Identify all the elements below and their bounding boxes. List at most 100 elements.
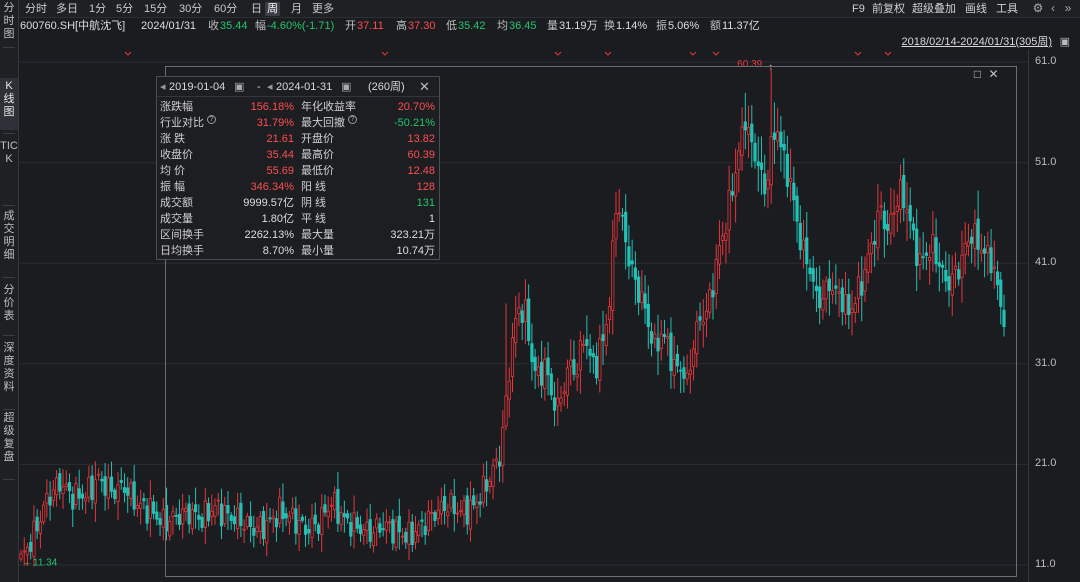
period-tab-7[interactable]: 日 [249, 2, 264, 16]
candle-body [814, 285, 819, 292]
stat-label: 收盘价 [160, 149, 193, 161]
candle-body [507, 380, 511, 400]
period-tab-3[interactable]: 5分 [114, 2, 135, 16]
candle-body [598, 338, 602, 381]
period-tab-6[interactable]: 60分 [212, 2, 239, 16]
candle-body [831, 290, 835, 295]
stat-label: 最大量 [301, 229, 334, 241]
candle-body [187, 503, 191, 525]
close-icon[interactable]: ✕ [987, 68, 1000, 80]
view-tab-4[interactable]: 分价表 [0, 282, 18, 336]
candle-body [64, 483, 68, 487]
view-tab-5[interactable]: 深度资料 [0, 340, 18, 410]
candle-body [627, 246, 631, 267]
candle-body [594, 356, 599, 379]
stat-row: 涨跌幅 156.18% 年化收益率 20.70% [157, 99, 439, 115]
view-tab-6[interactable]: 超级复盘 [0, 410, 18, 480]
candle-body [307, 528, 311, 534]
high-label: 高 [396, 20, 407, 32]
start-date[interactable]: 2019-01-04 [169, 77, 225, 97]
candle-body [433, 512, 437, 521]
stat-value: 1.80亿 [261, 213, 294, 225]
candle-body [552, 397, 557, 411]
volume-label: 量 [547, 20, 558, 32]
toolbar-action-2[interactable]: 超级叠加 [912, 2, 956, 16]
toolbar-action-1[interactable]: 前复权 [872, 2, 905, 16]
maximize-icon[interactable]: □ [971, 68, 984, 80]
candle-body [520, 310, 524, 323]
candle-body [934, 237, 938, 265]
range-label[interactable]: 2018/02/14-2024/01/31(305周) [902, 36, 1052, 49]
help-icon[interactable]: ? [348, 115, 357, 124]
candle-body [843, 294, 848, 315]
candle-body [688, 369, 692, 376]
calendar-icon[interactable]: ▣ [341, 77, 351, 97]
candle-body [71, 493, 75, 510]
view-tab-3[interactable]: 成交明细 [0, 208, 18, 278]
candle-body [413, 531, 418, 543]
calendar-icon[interactable]: ▣ [234, 77, 244, 97]
calendar-icon[interactable]: ▣ [1060, 35, 1070, 48]
stat-row: 成交量 1.80亿平 线 1 [157, 211, 439, 227]
period-tab-0[interactable]: 分时 [23, 2, 49, 16]
candle-body [727, 190, 731, 231]
candle-body [662, 334, 667, 337]
candle-body [465, 495, 469, 525]
candle-body [35, 516, 39, 532]
end-date[interactable]: 2024-01-31 [276, 77, 332, 97]
candle-body [475, 501, 479, 508]
candle-body [109, 476, 114, 492]
period-tab-2[interactable]: 1分 [87, 2, 108, 16]
stat-row: 成交额 9999.57亿阴 线 131 [157, 195, 439, 211]
candle-body [999, 279, 1003, 307]
stat-row: 日均换手 8.70% 最小量 10.74万 [157, 243, 439, 259]
candle-body [714, 259, 718, 295]
event-marker-icon [381, 51, 389, 56]
caret-left-icon[interactable]: ◂ [267, 77, 273, 97]
candle-body [239, 502, 243, 526]
candle-body [905, 209, 909, 214]
candle-body [42, 504, 46, 523]
period-tab-10[interactable]: 更多 [310, 2, 336, 16]
candle-body [261, 511, 266, 540]
candle-body [669, 332, 673, 372]
candle-body [420, 519, 424, 522]
stat-label: 开盘价 [301, 133, 334, 145]
event-marker-icon [884, 51, 892, 56]
more-icon[interactable]: » [1061, 1, 1075, 15]
candle-body [860, 281, 864, 296]
candle-body [388, 521, 392, 524]
candle-body [177, 513, 182, 525]
candle-body [491, 465, 495, 487]
caret-left-icon[interactable]: ◂ [160, 77, 166, 97]
period-tab-1[interactable]: 多日 [54, 2, 80, 16]
candle-body [834, 285, 838, 289]
y-tick-label: 41.0 [1035, 256, 1057, 269]
candle-body [345, 513, 350, 519]
toolbar-action-0[interactable]: F9 [852, 2, 865, 16]
view-tab-2[interactable]: TICK [0, 138, 18, 206]
close-icon[interactable]: ✕ [419, 77, 430, 97]
candle-body [417, 524, 421, 536]
settings-icon[interactable]: ⚙ [1031, 1, 1045, 15]
candle-body [442, 496, 447, 512]
toolbar-action-4[interactable]: 工具 [996, 2, 1018, 16]
toolbar-action-3[interactable]: 画线 [965, 2, 987, 16]
help-icon[interactable]: ? [207, 115, 216, 124]
stat-value: -50.21% [394, 117, 435, 129]
back-icon[interactable]: ‹ [1046, 1, 1060, 15]
period-tab-9[interactable]: 月 [289, 2, 304, 16]
y-tick-label: 21.0 [1035, 457, 1057, 470]
view-tab-0[interactable]: 分时图 [0, 0, 18, 48]
view-tab-1[interactable]: K线图 [0, 78, 18, 134]
candle-body [970, 236, 974, 244]
candle-body [808, 267, 812, 274]
period-tab-5[interactable]: 30分 [177, 2, 204, 16]
candle-body [646, 303, 650, 328]
candle-body [67, 482, 72, 492]
stat-label: 最小量 [301, 245, 334, 257]
stat-value: 9999.57亿 [243, 197, 294, 209]
stat-label: 日均换手 [160, 245, 204, 257]
period-tab-4[interactable]: 15分 [142, 2, 169, 16]
period-tab-8[interactable]: 周 [265, 2, 280, 16]
